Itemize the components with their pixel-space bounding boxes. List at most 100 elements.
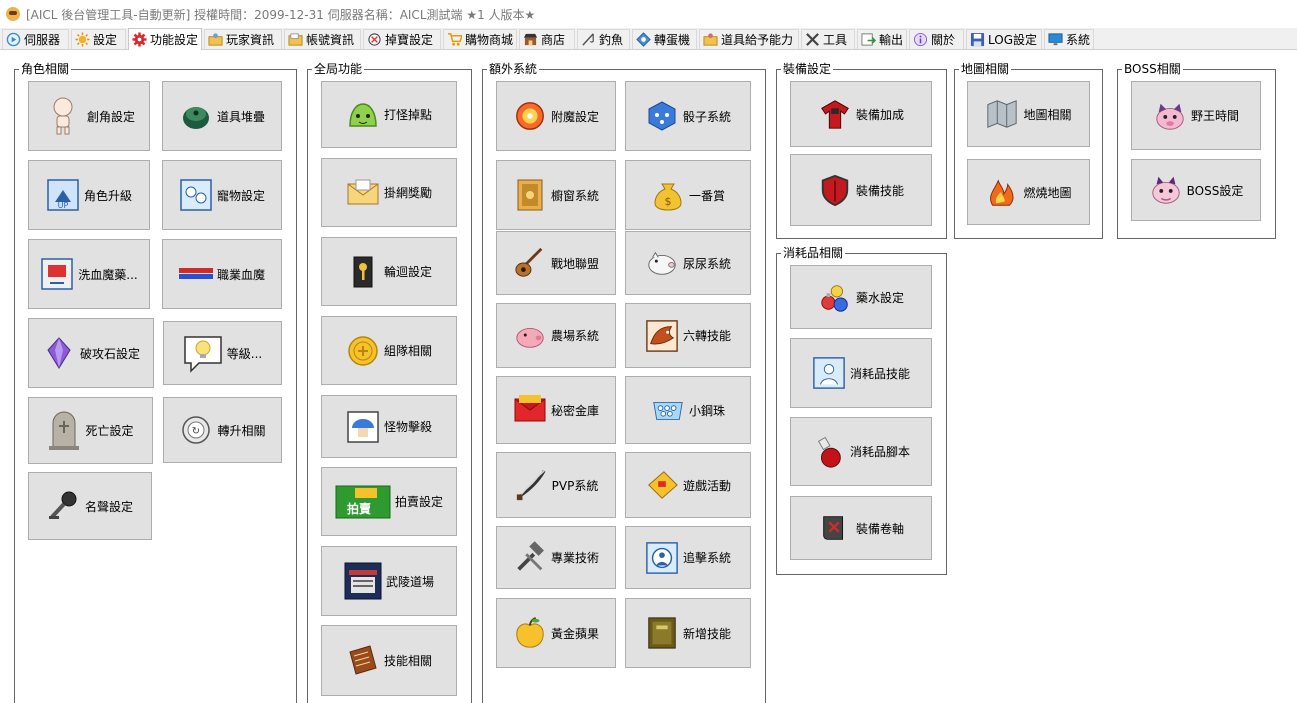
tab-shop[interactable]: 商店 bbox=[519, 29, 575, 49]
extra-button-book[interactable]: 新增技能 bbox=[625, 598, 751, 668]
tab-server[interactable]: 伺服器 bbox=[2, 29, 69, 49]
tab-user-folder[interactable]: 玩家資訊 bbox=[204, 29, 282, 49]
button-label: 專業技術 bbox=[550, 551, 599, 565]
svg-text:$: $ bbox=[664, 195, 671, 208]
tab-sun-gear[interactable]: 設定 bbox=[71, 29, 126, 49]
flask-icon bbox=[812, 435, 846, 469]
consumable-button-scroll[interactable]: 裝備卷軸 bbox=[790, 496, 932, 560]
tab-label: 玩家資訊 bbox=[226, 33, 275, 47]
extra-button-dragon[interactable]: 六轉技能 bbox=[625, 303, 751, 368]
global-button-mushroom[interactable]: 怪物擊殺 bbox=[321, 395, 457, 458]
map-button-map[interactable]: 地圖相關 bbox=[967, 81, 1090, 147]
map-button-fire[interactable]: 燃燒地圖 bbox=[967, 159, 1090, 225]
tab-save[interactable]: LOG設定 bbox=[966, 29, 1042, 49]
button-label: 追擊系統 bbox=[682, 551, 731, 565]
button-label: BOSS設定 bbox=[1186, 183, 1244, 198]
role-button-coin[interactable]: ↻ 轉升相關 bbox=[163, 397, 282, 463]
tab-export[interactable]: 輸出 bbox=[857, 29, 907, 49]
boss-button-boss[interactable]: BOSS設定 bbox=[1131, 159, 1261, 221]
extra-button-money-bag[interactable]: $ 一番賞 bbox=[625, 160, 751, 230]
role-button-stack[interactable]: 道具堆疊 bbox=[162, 81, 282, 151]
global-button-key[interactable]: 輪迴設定 bbox=[321, 237, 457, 306]
extra-button-golden-apple[interactable]: 黃金蘋果 bbox=[496, 598, 616, 668]
button-label: 打怪掉點 bbox=[383, 108, 432, 122]
equip-button-armor[interactable]: 裝備加成 bbox=[790, 81, 932, 147]
tab-gacha[interactable]: 轉蛋機 bbox=[632, 29, 697, 49]
button-label: 消耗品技能 bbox=[849, 366, 910, 381]
extra-button-guitar[interactable]: 戰地聯盟 bbox=[496, 231, 616, 295]
pet-icon bbox=[179, 178, 213, 212]
save-icon bbox=[970, 32, 985, 47]
global-button-slime[interactable]: 打怪掉點 bbox=[321, 81, 457, 148]
extra-button-pachinko[interactable]: 小鋼珠 bbox=[625, 376, 751, 444]
extra-button-farm-pig[interactable]: 農場系統 bbox=[496, 303, 616, 368]
button-label: 裝備卷軸 bbox=[855, 521, 904, 536]
role-button-hp-mp-bar[interactable]: 職業血魔 bbox=[162, 239, 282, 309]
cart-icon bbox=[447, 32, 462, 47]
extra-button-sword[interactable]: PVP系統 bbox=[496, 452, 616, 518]
boss-button-boss-pig[interactable]: 野王時間 bbox=[1131, 81, 1261, 150]
tab-label: 帳號資訊 bbox=[306, 33, 355, 47]
role-button-lightbulb[interactable]: 等級... bbox=[163, 321, 282, 385]
group-title: 額外系統 bbox=[487, 62, 540, 76]
tab-tools[interactable]: 工具 bbox=[801, 29, 855, 49]
consumable-button-consumable-skill[interactable]: 消耗品技能 bbox=[790, 338, 932, 408]
extra-button-hammer[interactable]: 專業技術 bbox=[496, 526, 616, 589]
button-label: 野王時間 bbox=[1190, 109, 1239, 123]
golden-apple-icon bbox=[513, 616, 547, 650]
fishing-icon bbox=[581, 32, 596, 47]
global-button-envelope[interactable]: 掛網獎勵 bbox=[321, 158, 457, 227]
button-label: 燃燒地圖 bbox=[1023, 185, 1072, 200]
role-button-levelup[interactable]: UP 角色升級 bbox=[28, 160, 150, 230]
gear-icon bbox=[132, 32, 147, 47]
button-label: 怪物擊殺 bbox=[383, 420, 432, 434]
tab-label: 功能設定 bbox=[150, 33, 199, 47]
window-title: [AICL 後台管理工具-自動更新] 授權時間：2099-12-31 伺服器名稱… bbox=[26, 7, 536, 22]
armor-icon bbox=[818, 97, 852, 131]
global-button-gold-coin[interactable]: 組隊相關 bbox=[321, 316, 457, 385]
button-label: 死亡設定 bbox=[85, 424, 134, 438]
global-button-auction[interactable]: 拍賣 拍賣設定 bbox=[321, 467, 457, 536]
envelope-icon bbox=[346, 176, 380, 210]
role-button-tombstone[interactable]: 死亡設定 bbox=[28, 397, 153, 464]
global-button-skill-book[interactable]: 技能相關 bbox=[321, 625, 457, 696]
global-button-dojo[interactable]: 武陵道場 bbox=[321, 546, 457, 616]
tab-item-folder[interactable]: 道具給予能力 bbox=[699, 29, 799, 49]
equip-button-shield[interactable]: 裝備技能 bbox=[790, 154, 932, 226]
button-label: 洗血魔藥... bbox=[78, 267, 138, 282]
button-label: 拍賣設定 bbox=[394, 495, 443, 509]
consumable-button-potions[interactable]: 藥水設定 bbox=[790, 265, 932, 329]
extra-button-pig[interactable]: 尿尿系統 bbox=[625, 231, 751, 295]
button-label: 寵物設定 bbox=[216, 188, 265, 203]
tab-gear[interactable]: 功能設定 bbox=[128, 28, 202, 50]
tab-monitor[interactable]: 系統 bbox=[1044, 29, 1094, 49]
role-button-character[interactable]: 創角設定 bbox=[28, 81, 150, 151]
button-label: 藥水設定 bbox=[855, 290, 904, 305]
item-folder-icon bbox=[703, 32, 718, 47]
window-titlebar: [AICL 後台管理工具-自動更新] 授權時間：2099-12-31 伺服器名稱… bbox=[0, 0, 1297, 28]
button-label: 名聲設定 bbox=[84, 499, 133, 514]
extra-button-showcase[interactable]: 櫥窗系統 bbox=[496, 160, 616, 230]
tab-label: 購物商城 bbox=[465, 33, 514, 47]
tombstone-icon bbox=[47, 411, 81, 451]
tab-fishing[interactable]: 釣魚 bbox=[577, 29, 630, 49]
role-button-microphone[interactable]: 名聲設定 bbox=[28, 472, 152, 540]
tab-account[interactable]: 帳號資訊 bbox=[284, 29, 361, 49]
svg-text:↻: ↻ bbox=[192, 426, 200, 437]
tab-cart[interactable]: 購物商城 bbox=[443, 29, 517, 49]
tab-treasure[interactable]: 掉寶設定 bbox=[363, 29, 441, 49]
extra-button-pursuit[interactable]: 追擊系統 bbox=[625, 526, 751, 589]
role-button-pet[interactable]: 寵物設定 bbox=[162, 160, 282, 230]
dojo-icon bbox=[344, 562, 382, 600]
extra-button-dice[interactable]: 骰子系統 bbox=[625, 81, 751, 151]
group-title: 裝備設定 bbox=[781, 62, 834, 76]
gacha-icon bbox=[636, 32, 651, 47]
extra-button-ticket[interactable]: 遊戲活動 bbox=[625, 452, 751, 518]
tab-info[interactable]: 關於 bbox=[909, 29, 964, 49]
extra-button-enchant-orb[interactable]: 附魔設定 bbox=[496, 81, 616, 151]
role-button-potion-card[interactable]: 洗血魔藥... bbox=[28, 239, 150, 309]
lightbulb-icon bbox=[183, 333, 223, 373]
extra-button-red-envelope[interactable]: 秘密金庫 bbox=[496, 376, 616, 444]
consumable-button-flask[interactable]: 消耗品腳本 bbox=[790, 417, 932, 486]
role-button-crystal[interactable]: 破攻石設定 bbox=[28, 318, 154, 388]
